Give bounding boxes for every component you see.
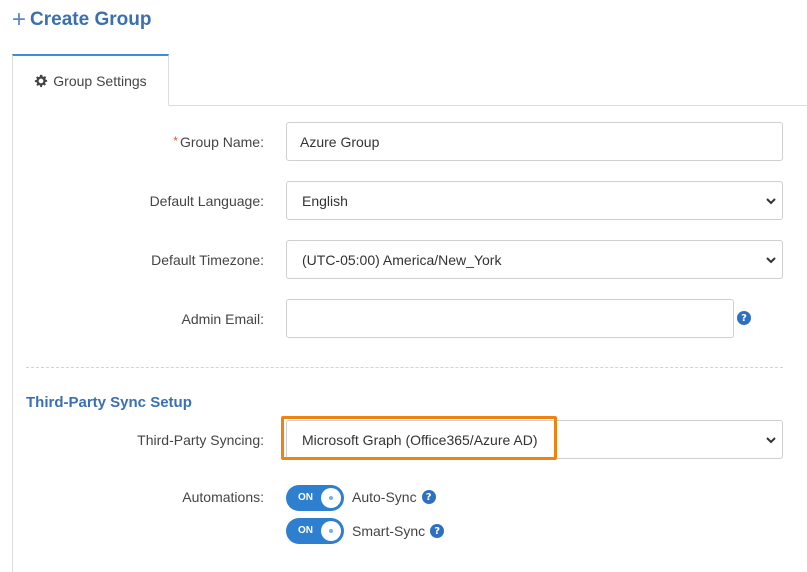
default-language-value: English: [302, 192, 348, 209]
third-party-syncing-value: Microsoft Graph (Office365/Azure AD): [302, 431, 538, 448]
group-settings-panel: * Group Name: Azure Group Default Languag…: [12, 105, 807, 572]
chevron-down-icon: [766, 257, 776, 264]
group-name-label: * Group Name:: [173, 133, 264, 150]
default-language-label: Default Language:: [149, 192, 264, 209]
help-icon[interactable]: ?: [421, 490, 436, 504]
tab-label: Group Settings: [53, 72, 147, 89]
help-icon[interactable]: ?: [430, 524, 445, 538]
third-party-syncing-row: Third-Party Syncing: Microsoft Graph (Of…: [13, 420, 807, 459]
section-divider: [26, 367, 783, 368]
default-language-row: Default Language: English: [13, 181, 807, 220]
admin-email-input[interactable]: [286, 299, 734, 338]
tabs-bar: Group Settings: [12, 54, 807, 106]
gear-icon: [35, 74, 48, 87]
auto-sync-label: Auto-Sync ?: [352, 489, 436, 505]
group-name-row: * Group Name: Azure Group: [13, 122, 807, 161]
admin-email-row: Admin Email: ?: [13, 299, 807, 338]
toggle-state: ON: [298, 525, 313, 536]
required-mark: *: [173, 133, 178, 148]
chevron-down-icon: [766, 198, 776, 205]
toggle-state: ON: [298, 492, 313, 503]
page-title: Create Group: [30, 9, 152, 30]
tab-group-settings[interactable]: Group Settings: [12, 54, 169, 106]
smart-sync-label: Smart-Sync ?: [352, 523, 445, 539]
admin-email-label: Admin Email:: [181, 310, 264, 327]
automations-label: Automations:: [182, 489, 264, 505]
chevron-down-icon: [766, 437, 776, 444]
smart-sync-toggle[interactable]: ON: [286, 518, 344, 544]
default-language-select[interactable]: English: [286, 181, 783, 220]
group-name-input[interactable]: Azure Group: [286, 122, 783, 161]
third-party-syncing-select[interactable]: Microsoft Graph (Office365/Azure AD): [286, 420, 783, 459]
plus-icon: +: [12, 6, 27, 33]
default-timezone-row: Default Timezone: (UTC-05:00) America/Ne…: [13, 240, 807, 279]
default-timezone-select[interactable]: (UTC-05:00) America/New_York: [286, 240, 783, 279]
default-timezone-label: Default Timezone:: [151, 251, 264, 268]
help-icon[interactable]: ?: [737, 311, 751, 325]
third-party-syncing-label: Third-Party Syncing:: [137, 431, 264, 448]
section-title: Third-Party Sync Setup: [26, 394, 192, 411]
page-header: + Create Group: [12, 6, 151, 34]
auto-sync-toggle[interactable]: ON: [286, 485, 344, 511]
toggle-knob: [321, 488, 341, 508]
toggle-knob: [321, 521, 341, 541]
default-timezone-value: (UTC-05:00) America/New_York: [302, 251, 502, 268]
